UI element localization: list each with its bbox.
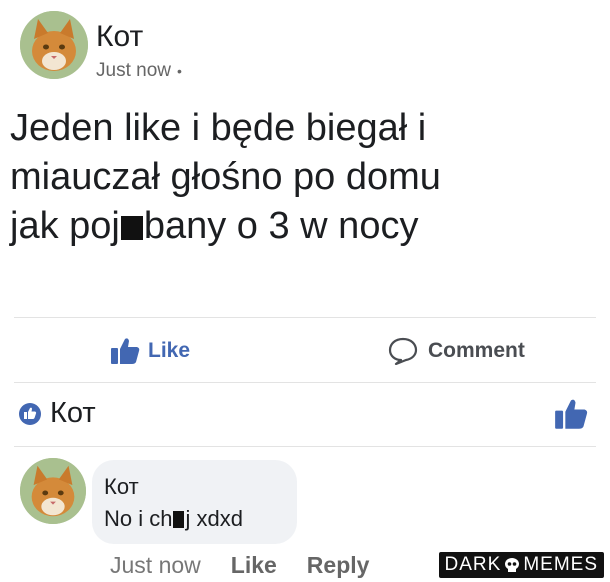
divider — [14, 317, 596, 318]
reaction-summary[interactable]: Кот — [18, 397, 96, 430]
comment-text: No i ch j xdxd — [104, 506, 243, 531]
thumbs-up-icon — [111, 338, 140, 364]
censor-block — [173, 511, 185, 528]
divider — [14, 446, 596, 447]
post-timestamp[interactable]: Just now — [96, 60, 171, 82]
comment-button[interactable]: Comment — [388, 337, 525, 365]
reaction-name: Кот — [50, 397, 96, 429]
skull-icon — [505, 558, 520, 572]
post-text: Jeden like i będe biegał i miauczał głoś… — [10, 104, 600, 251]
post-author-name[interactable]: Кот — [96, 20, 143, 54]
commenter-avatar[interactable] — [20, 458, 86, 524]
post-text-line: Jeden like i będe biegał i — [10, 107, 427, 149]
divider — [14, 382, 596, 383]
censor-block — [120, 216, 143, 240]
like-button[interactable]: Like — [110, 337, 190, 365]
meta-separator: • — [176, 63, 182, 79]
author-avatar[interactable] — [20, 11, 88, 79]
comment-author-name[interactable]: Кот — [104, 474, 139, 500]
speech-bubble-icon — [388, 337, 418, 365]
comment-like-button[interactable]: Like — [231, 552, 277, 579]
like-label: Like — [148, 339, 191, 362]
like-reaction-icon — [19, 402, 41, 425]
comment-actions: Just now Like Reply — [110, 552, 369, 579]
comment-timestamp[interactable]: Just now — [110, 552, 201, 579]
comment-label: Comment — [428, 339, 525, 362]
thumbs-up-icon[interactable] — [554, 398, 588, 435]
watermark: DARK MEMES — [438, 552, 604, 578]
comment-reply-button[interactable]: Reply — [307, 552, 370, 579]
post-meta: Just now • — [96, 60, 182, 82]
post-text-line: miauczał głośno po domu — [10, 156, 441, 198]
post-text-line: jak poj bany o 3 w nocy — [10, 205, 419, 247]
